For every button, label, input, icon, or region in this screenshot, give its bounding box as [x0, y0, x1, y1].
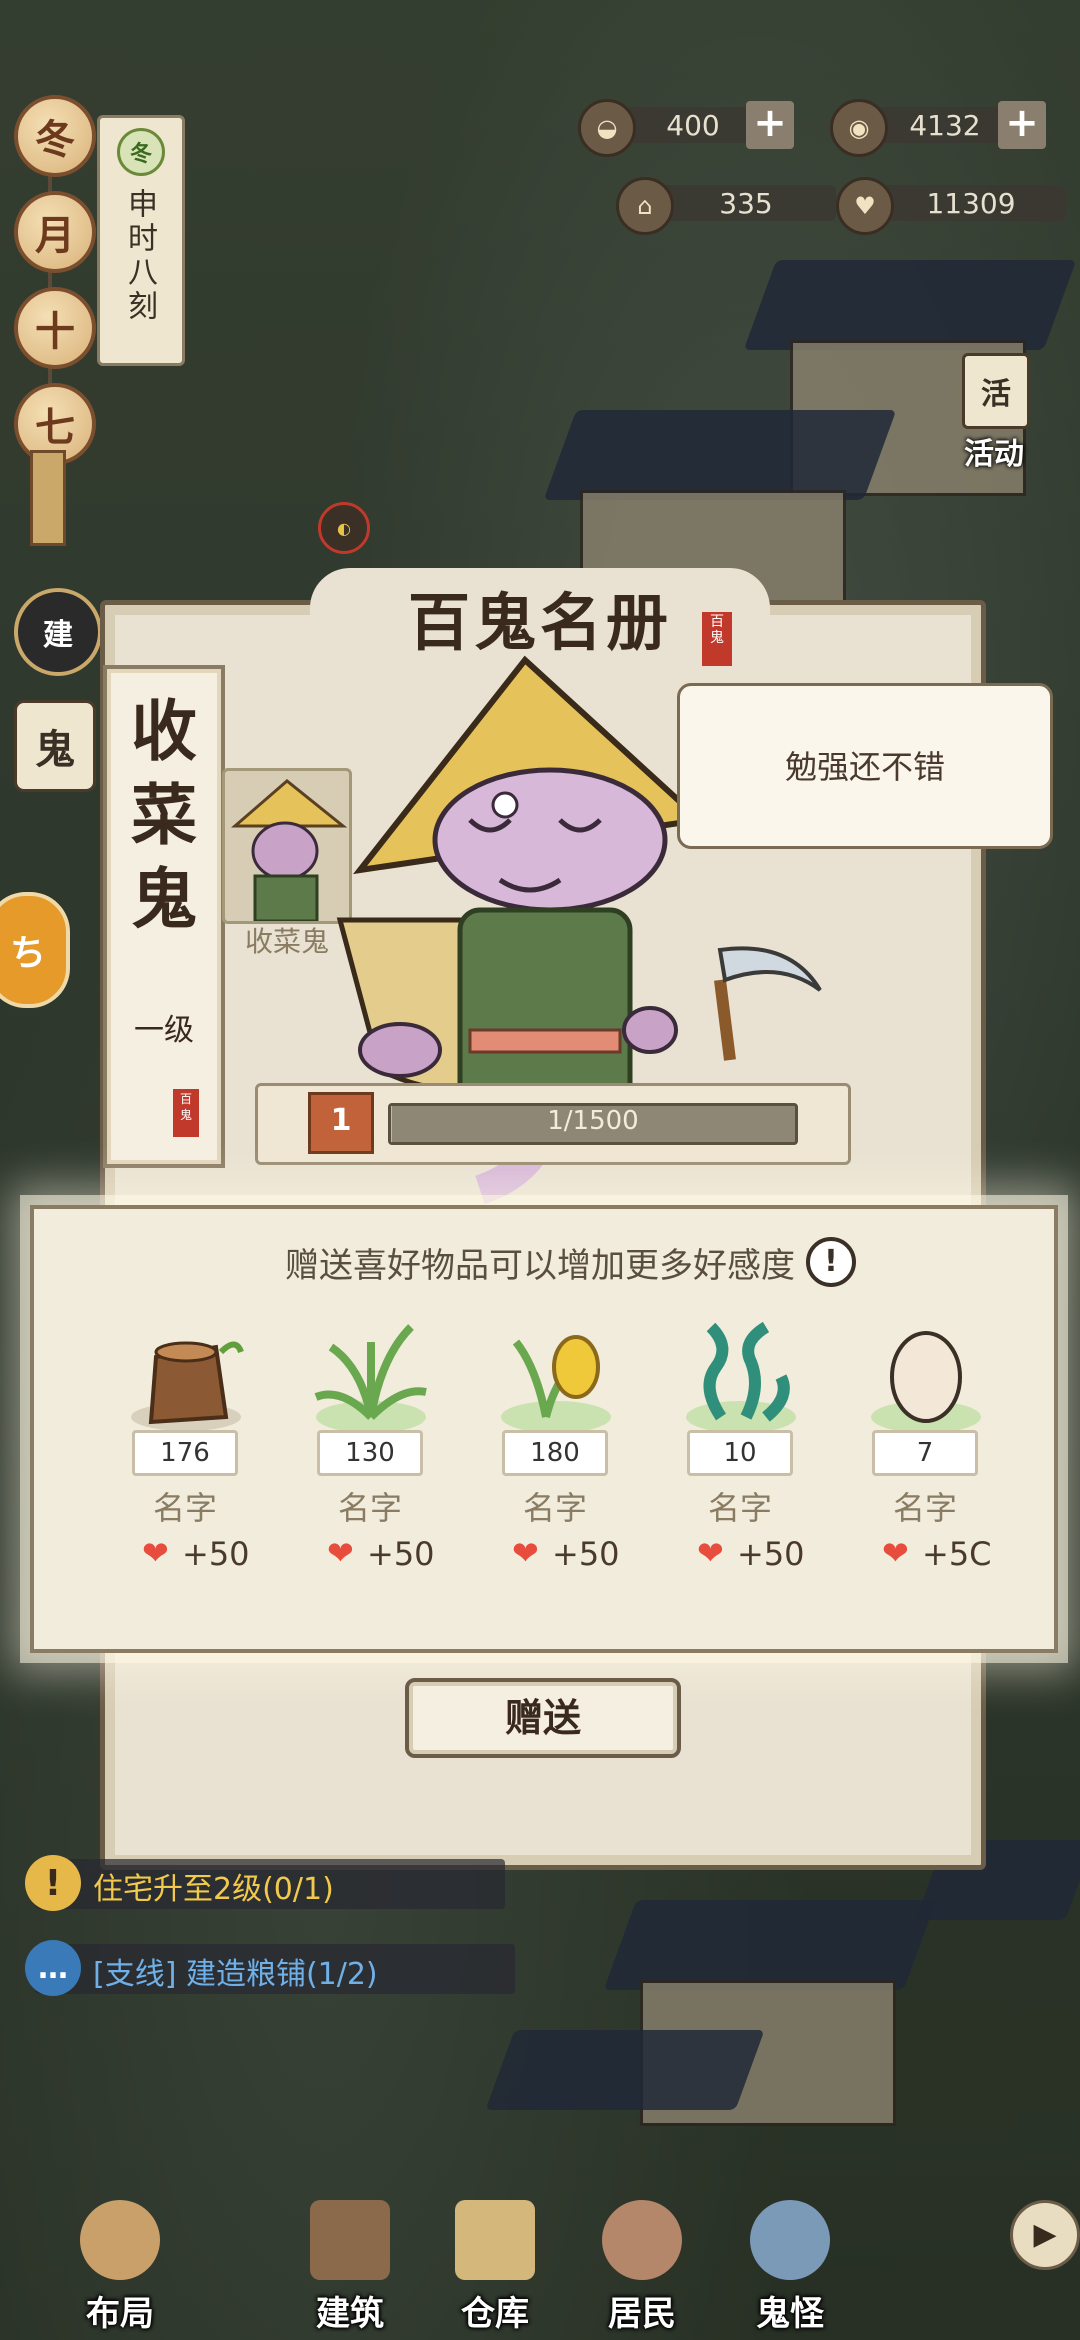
gift-item[interactable]: 10 名字 ❤ +50	[655, 1305, 825, 1585]
activity-label: 活动	[964, 437, 1024, 472]
heart-icon: ❤	[882, 1534, 909, 1572]
add-coin-button[interactable]: +	[998, 101, 1046, 149]
add-silver-button[interactable]: +	[746, 101, 794, 149]
heart-icon: ❤	[142, 1534, 169, 1572]
build-label: 建	[43, 618, 73, 653]
nav-label: 鬼怪	[756, 2294, 824, 2334]
nav-layout[interactable]: 布局	[60, 2200, 180, 2340]
bottom-nav: 布局 建筑 仓库 居民 鬼怪	[0, 2160, 1080, 2340]
item-bonus: +50	[367, 1535, 435, 1573]
nav-building[interactable]: 建筑	[290, 2200, 410, 2340]
affection-text: 1/1500	[547, 1106, 639, 1136]
send-gift-button[interactable]: 赠送	[405, 1678, 681, 1758]
layout-icon	[80, 2200, 160, 2280]
info-icon[interactable]: !	[806, 1237, 856, 1287]
item-bonus: +50	[552, 1535, 620, 1573]
gift-hint: 赠送喜好物品可以增加更多好感度	[285, 1246, 795, 1286]
quest-text: 住宅升至2级(0/1)	[93, 1872, 334, 1907]
building-icon	[310, 2200, 390, 2280]
item-count: 176	[132, 1430, 238, 1476]
item-name: 名字	[522, 1489, 587, 1527]
heart-icon: ❤	[512, 1534, 539, 1572]
nav-warehouse[interactable]: 仓库	[435, 2200, 555, 2340]
item-count: 180	[502, 1430, 608, 1476]
ghost-name-card: 收菜鬼 一级 百鬼	[103, 665, 225, 1168]
name-seal: 百鬼	[173, 1089, 199, 1137]
ghost-rank: 一级	[134, 1013, 194, 1048]
nav-residents[interactable]: 居民	[582, 2200, 702, 2340]
nav-label: 建筑	[316, 2294, 384, 2334]
item-count: 10	[687, 1430, 793, 1476]
egg-icon	[871, 1331, 981, 1433]
nav-ghosts[interactable]: 鬼怪	[730, 2200, 850, 2340]
item-count: 7	[872, 1430, 978, 1476]
calendar-bead: 十	[14, 287, 96, 369]
nav-label: 仓库	[461, 2294, 529, 2334]
item-name: 名字	[152, 1489, 217, 1527]
nav-label: 布局	[86, 2294, 154, 2334]
item-name: 名字	[707, 1489, 772, 1527]
heart-resource: ♥ 11309	[836, 177, 1066, 235]
house-value: 335	[719, 187, 773, 220]
ghost-name: 收菜鬼	[131, 692, 197, 938]
build-button[interactable]: 建	[14, 588, 102, 676]
calendar-bead: 月	[14, 191, 96, 273]
heart-value: 11309	[926, 187, 1016, 220]
ghosts-icon	[750, 2200, 830, 2280]
calendar-bead: 冬	[14, 95, 96, 177]
seaweed-icon	[686, 1321, 796, 1433]
time-text: 申时八刻	[122, 188, 157, 324]
activity-button[interactable]: 活 活动	[948, 353, 1040, 473]
coin-resource: ◉ 4132 +	[830, 99, 1050, 157]
calendar[interactable]: 冬 月 十 七	[14, 95, 96, 545]
gift-item[interactable]: 7 名字 ❤ +5C	[840, 1305, 990, 1585]
item-count: 130	[317, 1430, 423, 1476]
gift-item[interactable]: 176 名字 ❤ +50	[100, 1305, 270, 1585]
corn-icon	[501, 1335, 611, 1433]
event-marker-icon[interactable]: ◐	[318, 502, 370, 554]
house-resource: ⌂ 335	[616, 177, 836, 235]
quest-item[interactable]: ! 住宅升至2级(0/1)	[25, 1855, 505, 1911]
more-icon: …	[25, 1940, 81, 1996]
nav-label: 居民	[608, 2294, 676, 2334]
item-bonus: +50	[182, 1535, 250, 1573]
warehouse-icon	[455, 2200, 535, 2280]
alert-icon: !	[25, 1855, 81, 1911]
quest-item[interactable]: … [支线] 建造粮铺(1/2)	[25, 1940, 515, 1996]
item-name: 名字	[337, 1489, 402, 1527]
heart-icon: ❤	[327, 1534, 354, 1572]
log-icon	[131, 1341, 244, 1431]
speech-text: 勉强还不错	[784, 748, 945, 786]
gift-item[interactable]: 180 名字 ❤ +50	[470, 1305, 640, 1585]
item-name: 名字	[892, 1489, 957, 1527]
ghost-roster-icon[interactable]: 鬼	[14, 700, 96, 792]
gift-items: 176 名字 ❤ +50 130 名字 ❤ +50 180 名字 ❤ +50 1…	[100, 1305, 1000, 1585]
speech-bubble: 勉强还不错	[677, 683, 1053, 849]
activity-scroll-icon: 活	[962, 353, 1030, 429]
time-card: 冬 申时八刻	[97, 115, 185, 366]
calendar-tassel	[30, 450, 66, 546]
item-bonus: +50	[737, 1535, 805, 1573]
heart-icon: ❤	[697, 1534, 724, 1572]
side-drawer-icon[interactable]: ち	[0, 892, 70, 1008]
residents-icon	[602, 2200, 682, 2280]
quest-text: [支线] 建造粮铺(1/2)	[93, 1957, 378, 1992]
affection-level: 1	[308, 1092, 374, 1154]
grass-icon	[314, 1324, 427, 1433]
gift-item[interactable]: 130 名字 ❤ +50	[285, 1305, 455, 1585]
item-bonus: +5C	[922, 1535, 990, 1573]
nav-next-arrow-icon[interactable]: ▶	[1010, 2200, 1080, 2270]
season-badge: 冬	[117, 128, 165, 176]
